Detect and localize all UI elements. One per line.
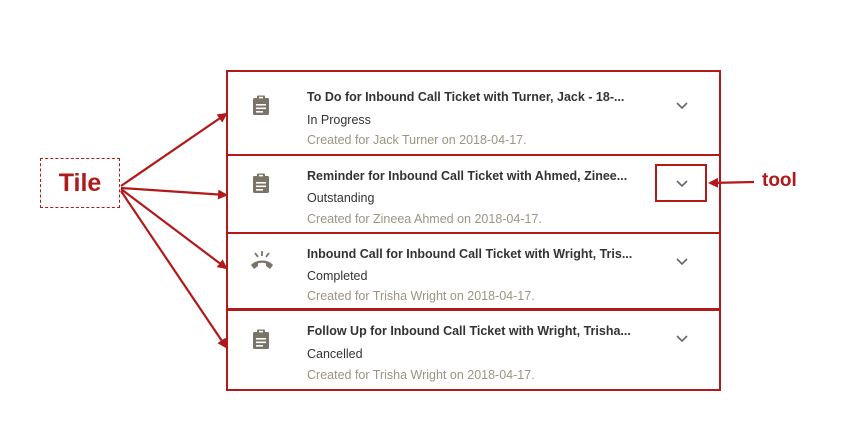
activity-tile[interactable]: To Do for Inbound Call Ticket with Turne… [226,70,721,156]
tile-title: Reminder for Inbound Call Ticket with Ah… [307,169,628,183]
chevron-down-icon[interactable] [672,96,692,116]
tile-created: Created for Jack Turner on 2018-04-17. [307,133,527,147]
tile-status: Completed [307,269,368,283]
activity-tile[interactable]: Follow Up for Inbound Call Ticket with W… [226,309,721,391]
tile-status: Cancelled [307,347,363,361]
chevron-down-icon[interactable] [672,252,692,272]
tile-title: Follow Up for Inbound Call Ticket with W… [307,324,631,338]
tool-highlight-box [655,164,707,202]
tile-created: Created for Zineea Ahmed on 2018-04-17. [307,212,542,226]
tile-title: Inbound Call for Inbound Call Ticket wit… [307,247,633,261]
clipboard-icon [250,328,272,350]
tile-annotation-label: Tile [40,158,120,208]
tool-annotation-label: tool [762,170,797,191]
clipboard-icon [250,94,272,116]
tile-annotation-text: Tile [58,168,102,197]
tile-created: Created for Trisha Wright on 2018-04-17. [307,368,535,382]
clipboard-icon [250,172,272,194]
tile-created: Created for Trisha Wright on 2018-04-17. [307,289,535,303]
tile-status: Outstanding [307,191,375,205]
tile-status: In Progress [307,113,371,127]
chevron-down-icon[interactable] [672,329,692,349]
activity-tile[interactable]: Inbound Call for Inbound Call Ticket wit… [226,232,721,310]
phone-call-icon [249,250,275,272]
activity-tile[interactable]: Reminder for Inbound Call Ticket with Ah… [226,154,721,234]
tile-title: To Do for Inbound Call Ticket with Turne… [307,90,625,104]
